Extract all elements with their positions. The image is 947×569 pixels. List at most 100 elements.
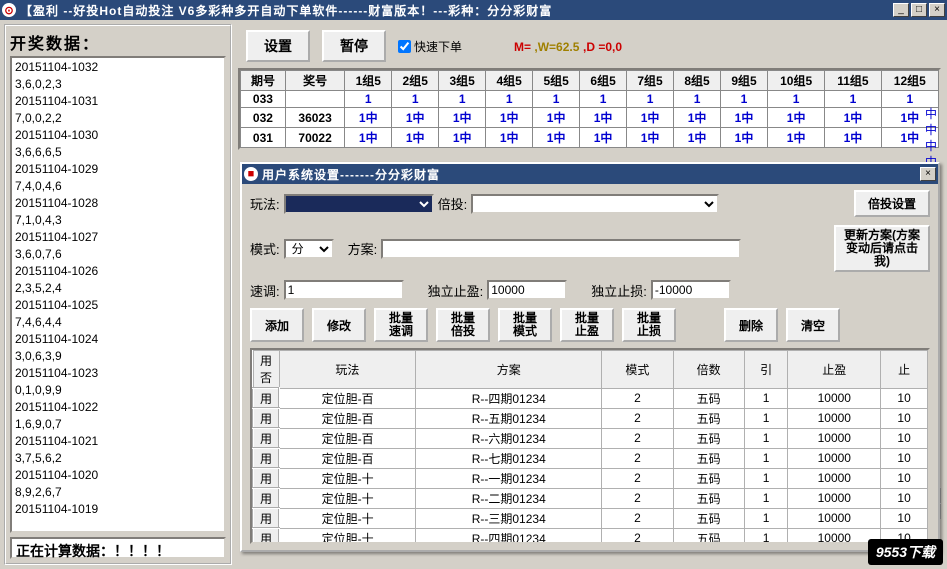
use-toggle[interactable]: 用 bbox=[253, 408, 279, 428]
plan-input[interactable] bbox=[381, 239, 741, 259]
use-toggle[interactable]: 用 bbox=[253, 428, 279, 448]
grid-cell: 1 bbox=[580, 91, 627, 108]
lottery-list-item[interactable]: 20151104-1019 bbox=[15, 501, 221, 518]
use-toggle[interactable]: 用 bbox=[253, 528, 279, 544]
plan-play: 定位胆-十 bbox=[279, 528, 416, 544]
use-toggle[interactable]: 用 bbox=[253, 448, 279, 468]
plan-mult: 五码 bbox=[673, 508, 744, 528]
grid-cell: 1中 bbox=[825, 128, 881, 148]
lottery-list-item[interactable]: 7,4,6,4,4 bbox=[15, 314, 221, 331]
close-button[interactable]: × bbox=[929, 3, 945, 17]
use-toggle[interactable]: 用 bbox=[253, 388, 279, 408]
lottery-list-item[interactable]: 7,4,0,4,6 bbox=[15, 178, 221, 195]
mult-select[interactable] bbox=[471, 194, 719, 214]
grid-cell: 1 bbox=[486, 91, 533, 108]
lottery-list-item[interactable]: 3,7,5,6,2 bbox=[15, 450, 221, 467]
lottery-list-item[interactable]: 20151104-1027 bbox=[15, 229, 221, 246]
grid-cell: 1中 bbox=[674, 128, 721, 148]
minimize-button[interactable]: _ bbox=[893, 3, 909, 17]
plan-table[interactable]: 用否玩法方案模式倍数引止盈止用定位胆-百R--四期012342五码1100001… bbox=[250, 348, 930, 544]
plan-plan: R--二期01234 bbox=[416, 488, 602, 508]
fast-order-checkbox[interactable]: 快速下单 bbox=[398, 38, 462, 55]
dlg-action-button[interactable]: 批量 倍投 bbox=[436, 308, 490, 342]
lottery-list-item[interactable]: 20151104-1026 bbox=[15, 263, 221, 280]
lottery-list-item[interactable]: 8,9,2,6,7 bbox=[15, 484, 221, 501]
lottery-list-item[interactable]: 20151104-1021 bbox=[15, 433, 221, 450]
fast-order-input[interactable] bbox=[398, 40, 411, 53]
grid-cell: 1中 bbox=[627, 108, 674, 128]
lottery-list-item[interactable]: 20151104-1023 bbox=[15, 365, 221, 382]
lottery-list-item[interactable]: 0,1,0,9,9 bbox=[15, 382, 221, 399]
lottery-list-item[interactable]: 20151104-1030 bbox=[15, 127, 221, 144]
dlg-action-button[interactable]: 添加 bbox=[250, 308, 304, 342]
lottery-list-item[interactable]: 7,1,0,4,3 bbox=[15, 212, 221, 229]
lottery-list-item[interactable]: 3,6,0,2,3 bbox=[15, 76, 221, 93]
dlg-action-button[interactable]: 删除 bbox=[724, 308, 778, 342]
lottery-list-item[interactable]: 20151104-1029 bbox=[15, 161, 221, 178]
lottery-listbox[interactable]: 20151104-10323,6,0,2,320151104-10317,0,0… bbox=[10, 56, 226, 533]
lottery-list-item[interactable]: 20151104-1028 bbox=[15, 195, 221, 212]
grid-header: 1组5 bbox=[345, 71, 392, 91]
grid-period: 032 bbox=[241, 108, 286, 128]
lottery-list-item[interactable]: 3,0,6,3,9 bbox=[15, 348, 221, 365]
lottery-list-item[interactable]: 20151104-1031 bbox=[15, 93, 221, 110]
mult-label: 倍投: bbox=[438, 194, 468, 213]
play-select[interactable] bbox=[284, 194, 434, 214]
lottery-list-item[interactable]: 1,6,9,0,7 bbox=[15, 416, 221, 433]
grid-cell: 1中 bbox=[439, 128, 486, 148]
grid-cell: 1中 bbox=[674, 108, 721, 128]
lottery-list-item[interactable]: 20151104-1032 bbox=[15, 59, 221, 76]
dlg-action-button[interactable]: 批量 速调 bbox=[374, 308, 428, 342]
plan-mult: 五码 bbox=[673, 448, 744, 468]
results-grid: 期号奖号1组52组53组54组55组56组57组58组59组510组511组51… bbox=[238, 68, 941, 150]
speed-input[interactable] bbox=[284, 280, 404, 300]
grid-cell: 1中 bbox=[767, 108, 824, 128]
stop-win-input[interactable] bbox=[487, 280, 567, 300]
lottery-list-item[interactable]: 2,3,5,2,4 bbox=[15, 280, 221, 297]
plan-mult: 五码 bbox=[673, 388, 744, 408]
user-settings-dialog: ■ 用户系统设置-------分分彩财富 × 玩法: 倍投: 倍投设置 模式: … bbox=[240, 162, 940, 552]
play-label: 玩法: bbox=[250, 194, 280, 213]
stop-loss-input[interactable] bbox=[651, 280, 731, 300]
plan-plan: R--五期01234 bbox=[416, 408, 602, 428]
maximize-button[interactable]: □ bbox=[911, 3, 927, 17]
plan-mode: 2 bbox=[602, 388, 673, 408]
use-toggle[interactable]: 用 bbox=[253, 488, 279, 508]
pause-button[interactable]: 暂停 bbox=[322, 30, 386, 62]
lottery-list-item[interactable]: 7,0,0,2,2 bbox=[15, 110, 221, 127]
grid-cell: 1 bbox=[881, 91, 938, 108]
grid-cell: 1中 bbox=[721, 108, 768, 128]
use-toggle[interactable]: 用 bbox=[253, 468, 279, 488]
watermark: 9553下载 bbox=[868, 539, 943, 565]
dlg-action-button[interactable]: 批量 止盈 bbox=[560, 308, 614, 342]
plan-stopwin: 10000 bbox=[788, 508, 881, 528]
side-result: 中 bbox=[921, 106, 941, 122]
lottery-list-item[interactable]: 3,6,6,6,5 bbox=[15, 144, 221, 161]
settings-button[interactable]: 设置 bbox=[246, 30, 310, 62]
plan-y: 1 bbox=[744, 408, 788, 428]
plan-plan: R--七期01234 bbox=[416, 448, 602, 468]
grid-cell: 1中 bbox=[580, 128, 627, 148]
grid-cell: 1中 bbox=[533, 108, 580, 128]
plan-stopwin: 10000 bbox=[788, 388, 881, 408]
dlg-action-button[interactable]: 批量 模式 bbox=[498, 308, 552, 342]
mode-select[interactable]: 分 bbox=[284, 239, 334, 259]
grid-cell: 1 bbox=[825, 91, 881, 108]
lottery-list-item[interactable]: 20151104-1024 bbox=[15, 331, 221, 348]
dialog-titlebar[interactable]: ■ 用户系统设置-------分分彩财富 × bbox=[242, 164, 938, 184]
plan-stoploss: 10 bbox=[881, 388, 928, 408]
update-plan-button[interactable]: 更新方案(方案变动后请点击我) bbox=[834, 225, 930, 272]
use-toggle[interactable]: 用 bbox=[253, 508, 279, 528]
plan-label: 方案: bbox=[348, 239, 378, 258]
lottery-list-item[interactable]: 3,6,0,7,6 bbox=[15, 246, 221, 263]
mult-settings-button[interactable]: 倍投设置 bbox=[854, 190, 930, 217]
plan-y: 1 bbox=[744, 488, 788, 508]
dialog-close-button[interactable]: × bbox=[920, 167, 936, 181]
dlg-action-button[interactable]: 修改 bbox=[312, 308, 366, 342]
lottery-list-item[interactable]: 20151104-1022 bbox=[15, 399, 221, 416]
dlg-action-button[interactable]: 批量 止损 bbox=[622, 308, 676, 342]
dlg-action-button[interactable]: 清空 bbox=[786, 308, 840, 342]
lottery-list-item[interactable]: 20151104-1025 bbox=[15, 297, 221, 314]
grid-cell: 1 bbox=[767, 91, 824, 108]
lottery-list-item[interactable]: 20151104-1020 bbox=[15, 467, 221, 484]
